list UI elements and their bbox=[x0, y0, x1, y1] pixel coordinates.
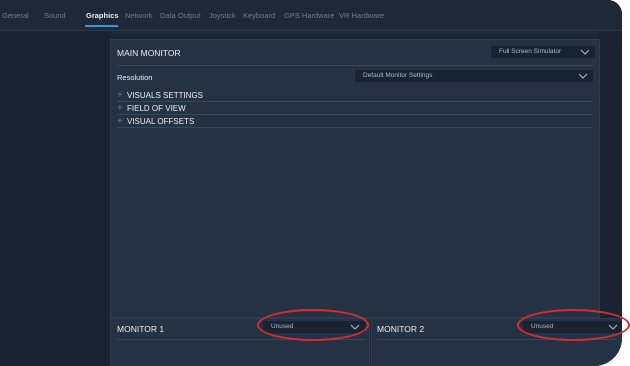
section-visual-offsets-label: VISUAL OFFSETS bbox=[127, 117, 195, 126]
tab-general[interactable]: General bbox=[2, 11, 29, 20]
monitor-2-dropdown[interactable]: Unused bbox=[523, 321, 622, 333]
main-monitor-panel: MAIN MONITOR Full Screen Simulator Resol… bbox=[110, 39, 600, 318]
plus-icon: + bbox=[117, 90, 123, 101]
divider bbox=[117, 65, 593, 66]
plus-icon: + bbox=[117, 103, 123, 114]
divider bbox=[117, 339, 365, 340]
resolution-value: Default Monitor Settings bbox=[363, 72, 433, 79]
monitor-1-value: Unused bbox=[271, 323, 294, 330]
chevron-down-icon bbox=[578, 73, 588, 79]
main-monitor-mode-value: Full Screen Simulator bbox=[499, 48, 562, 55]
main-monitor-mode-dropdown[interactable]: Full Screen Simulator bbox=[491, 46, 595, 58]
divider bbox=[117, 127, 593, 128]
divider bbox=[117, 101, 593, 102]
divider bbox=[117, 114, 593, 115]
chevron-down-icon bbox=[580, 49, 590, 55]
tab-keyboard[interactable]: Keyboard bbox=[243, 11, 275, 20]
divider bbox=[377, 339, 617, 340]
active-tab-indicator bbox=[85, 25, 118, 27]
monitor-2-panel: MONITOR 2 Unused bbox=[371, 318, 622, 366]
settings-tab-bar: General Sound Graphics Network Data Outp… bbox=[0, 0, 622, 31]
tab-data-output[interactable]: Data Output bbox=[160, 11, 200, 20]
monitor-1-title: MONITOR 1 bbox=[117, 324, 165, 334]
tab-vr-hardware[interactable]: VR Hardware bbox=[339, 11, 384, 20]
chevron-down-icon bbox=[608, 324, 618, 330]
tab-joystick[interactable]: Joystick bbox=[209, 11, 236, 20]
resolution-label: Resolution bbox=[117, 73, 153, 82]
main-monitor-title: MAIN MONITOR bbox=[117, 48, 181, 58]
plus-icon: + bbox=[117, 116, 123, 127]
resolution-dropdown[interactable]: Default Monitor Settings bbox=[355, 70, 593, 82]
section-field-of-view-label: FIELD OF VIEW bbox=[127, 104, 186, 113]
chevron-down-icon bbox=[350, 324, 360, 330]
tab-sound[interactable]: Sound bbox=[44, 11, 66, 20]
settings-window: General Sound Graphics Network Data Outp… bbox=[0, 0, 622, 366]
section-visuals-settings-label: VISUALS SETTINGS bbox=[127, 91, 204, 100]
monitor-2-title: MONITOR 2 bbox=[377, 324, 425, 334]
monitor-2-value: Unused bbox=[531, 323, 554, 330]
tab-network[interactable]: Network bbox=[125, 11, 153, 20]
monitor-1-dropdown[interactable]: Unused bbox=[263, 321, 365, 333]
tab-graphics[interactable]: Graphics bbox=[86, 11, 119, 20]
right-sidebar bbox=[598, 31, 622, 366]
left-sidebar bbox=[0, 31, 110, 366]
monitor-1-panel: MONITOR 1 Unused bbox=[110, 318, 370, 366]
tab-gps-hardware[interactable]: GPS Hardware bbox=[284, 11, 334, 20]
